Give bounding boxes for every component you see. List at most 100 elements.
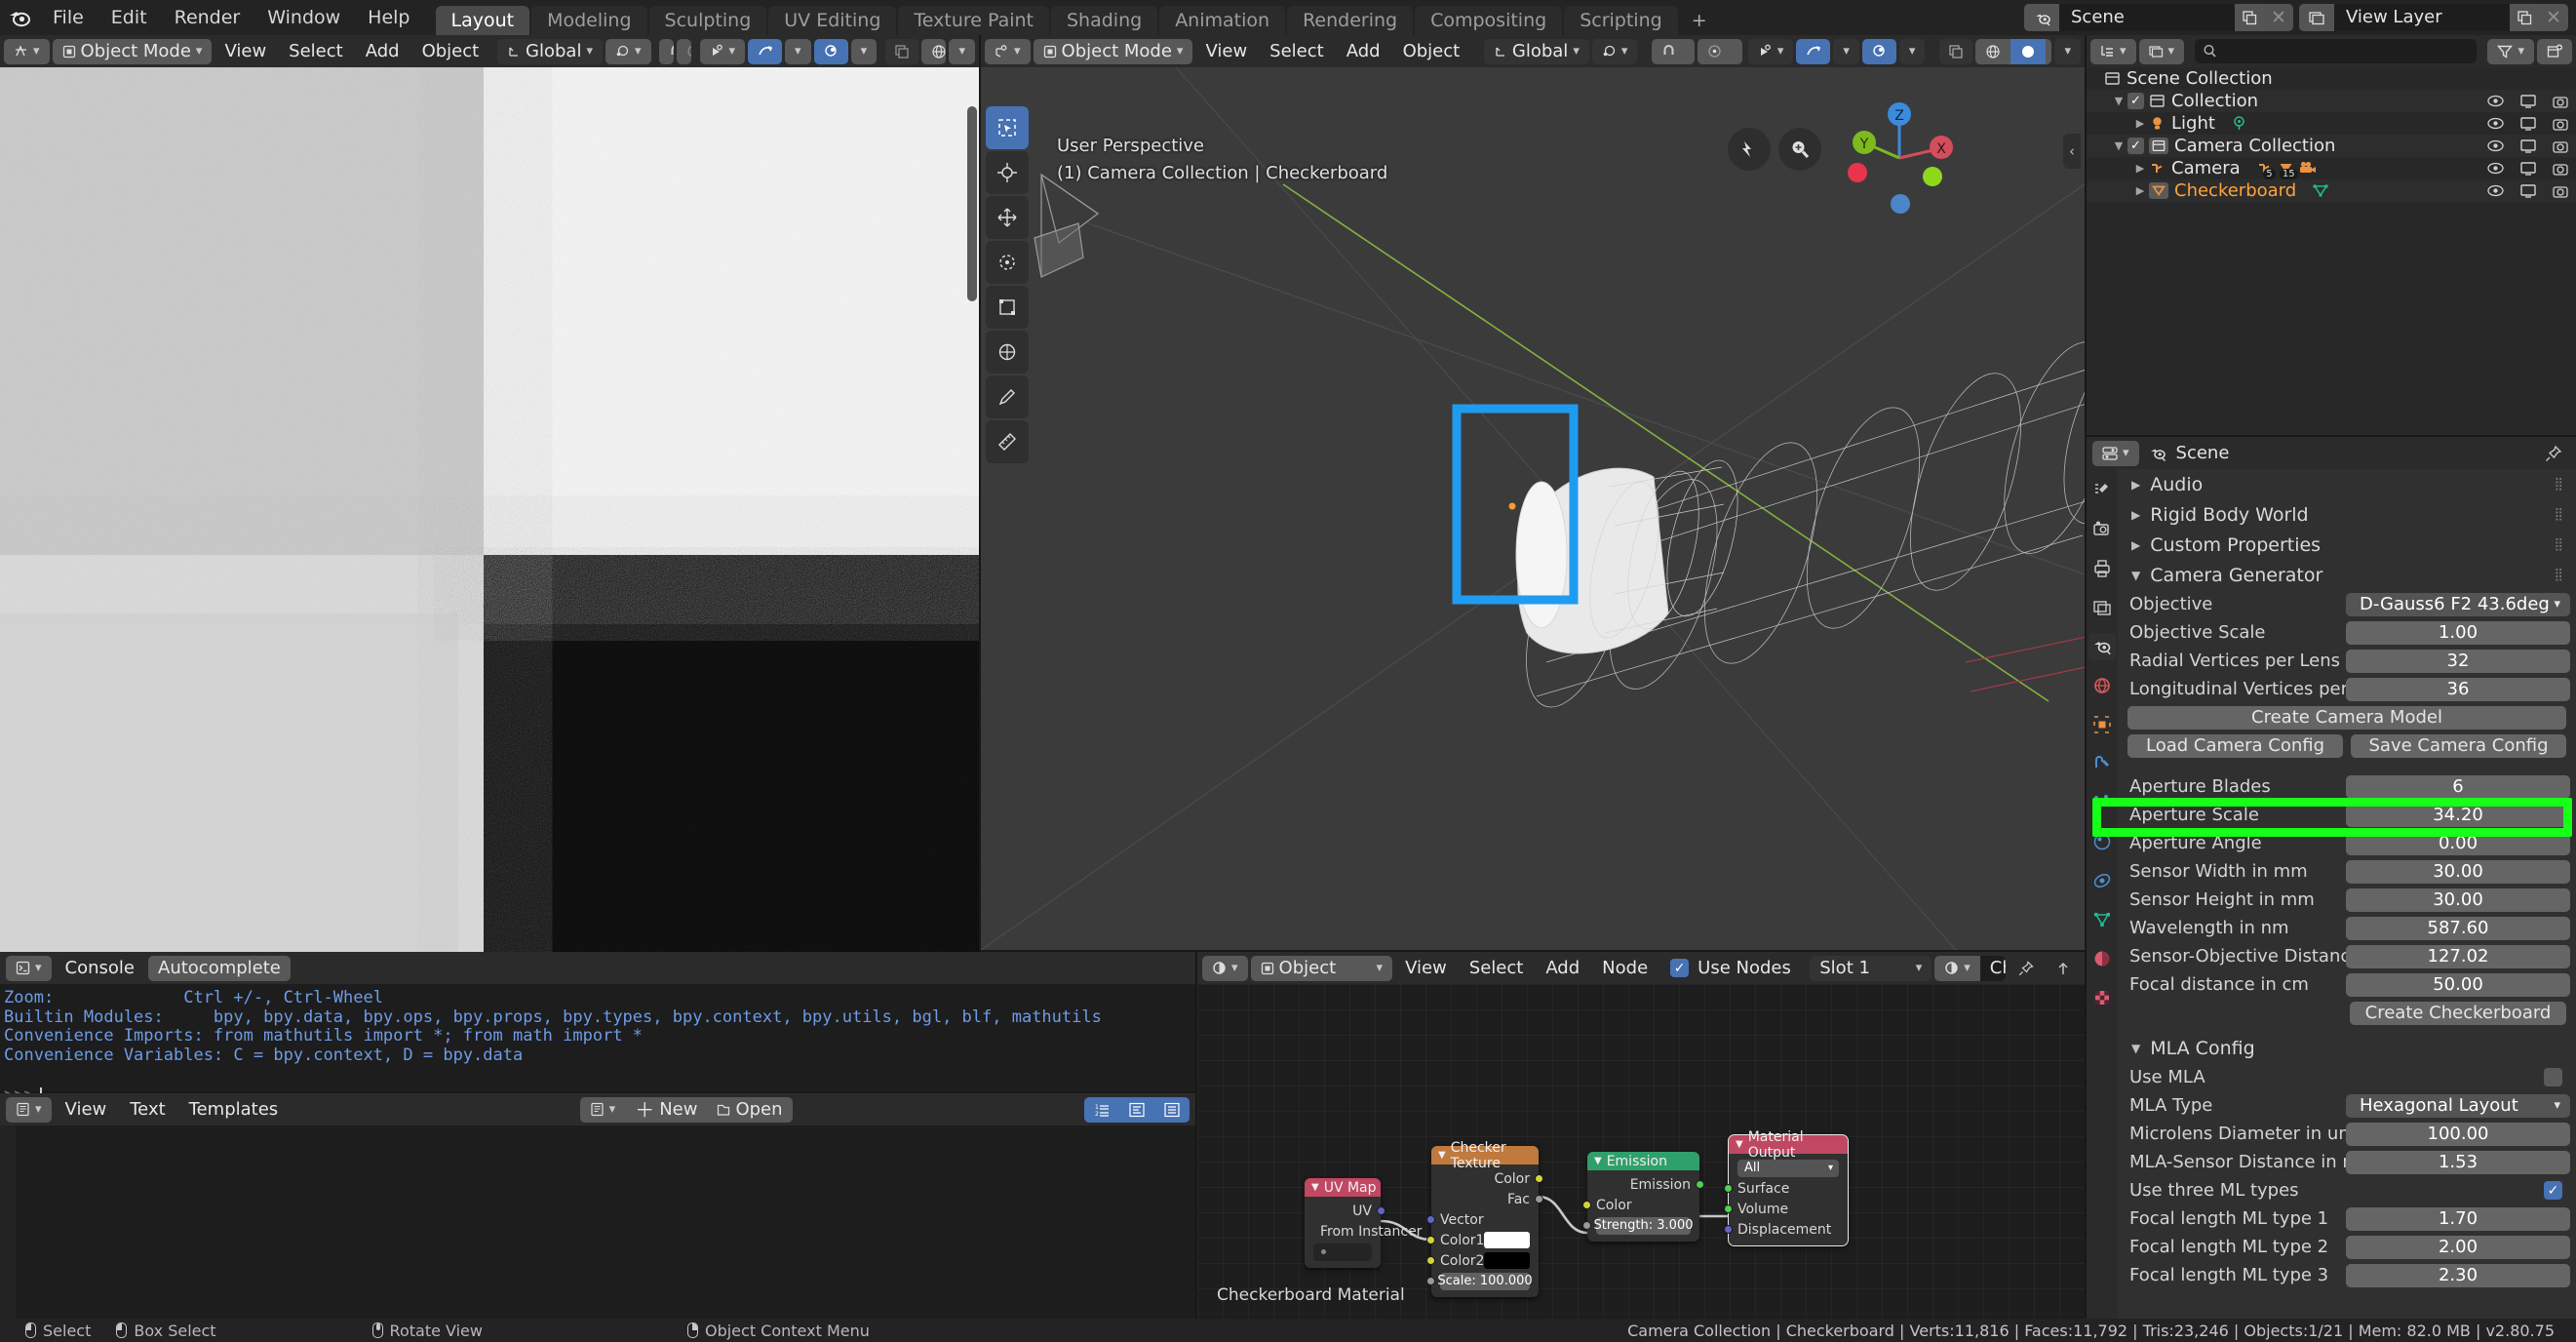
viewport-icon[interactable]: ▾: [985, 38, 1031, 64]
magnet-icon[interactable]: [1652, 38, 1687, 64]
node-header[interactable]: ▼ Material Output: [1729, 1129, 1848, 1161]
scene-tab[interactable]: [2088, 633, 2116, 660]
viewport-menu-view[interactable]: View: [1195, 39, 1257, 64]
use-nodes-toggle[interactable]: ✓ Use Nodes: [1660, 956, 1801, 981]
tab-scripting[interactable]: Scripting: [1564, 6, 1678, 35]
pin-icon[interactable]: [2545, 445, 2562, 462]
menu-window[interactable]: Window: [254, 0, 354, 35]
monitor-icon[interactable]: [2520, 183, 2536, 198]
blender-logo-icon[interactable]: [0, 0, 39, 35]
duplicate-icon[interactable]: [2235, 4, 2264, 31]
disclosure-triangle-icon[interactable]: ▼: [2110, 95, 2127, 107]
magnet-icon[interactable]: [659, 38, 674, 64]
create-checkerboard-button[interactable]: Create Checkerboard: [2350, 1001, 2566, 1025]
node-output-emission[interactable]: Emission: [1587, 1174, 1704, 1195]
camera-icon[interactable]: [2553, 162, 2568, 176]
console-icon[interactable]: ▾: [6, 955, 52, 981]
input-socket[interactable]: [1582, 1221, 1591, 1230]
outliner-display-mode[interactable]: ▾: [2138, 38, 2185, 64]
uvmap-field[interactable]: [1313, 1243, 1372, 1261]
material-name-field[interactable]: Checkerboard Mat..: [1979, 955, 2006, 981]
close-icon[interactable]: ✕: [2539, 4, 2568, 31]
node-input-volume[interactable]: Volume: [1724, 1199, 1848, 1219]
outliner-row-scene-collection[interactable]: Scene Collection: [2087, 67, 2576, 90]
physics-tab[interactable]: [2088, 828, 2116, 855]
annotate-tool[interactable]: [986, 375, 1029, 418]
transform-orientation-dropdown[interactable]: Global ▾: [497, 38, 603, 64]
input-socket[interactable]: [1426, 1215, 1435, 1224]
text-menu-templates[interactable]: Templates: [179, 1097, 289, 1123]
tab-add-workspace[interactable]: +: [1680, 6, 1719, 35]
image-menu-view[interactable]: View: [215, 39, 276, 64]
close-icon[interactable]: ✕: [2264, 4, 2293, 31]
syntax-highlight-icon[interactable]: [1154, 1096, 1190, 1123]
drag-handle-icon[interactable]: ⣿: [2554, 477, 2564, 492]
node-input-color1[interactable]: Color1: [1426, 1230, 1539, 1250]
aperture-scale-input[interactable]: 34.20: [2346, 803, 2570, 827]
proportional-edit-icon[interactable]: [676, 38, 691, 64]
pivot-point-icon[interactable]: ▾: [605, 38, 651, 64]
eye-icon[interactable]: [2487, 162, 2504, 175]
scale-tool[interactable]: [986, 286, 1029, 329]
render-tab[interactable]: [2088, 516, 2116, 543]
node-input-vector[interactable]: Vector: [1426, 1209, 1539, 1230]
monitor-icon[interactable]: [2520, 161, 2536, 176]
node-output-fac[interactable]: Fac: [1431, 1189, 1543, 1209]
sensor-height-input[interactable]: 30.00: [2346, 888, 2570, 912]
modifier-tab[interactable]: [2088, 750, 2116, 777]
viewport-menu-add[interactable]: Add: [1337, 39, 1390, 64]
xray-dropdown[interactable]: ▾: [1898, 38, 1926, 64]
aperture-angle-input[interactable]: 0.00: [2346, 831, 2570, 855]
snap-increment-icon[interactable]: ▾: [1686, 38, 1696, 64]
outliner-row-light[interactable]: ▶ Light: [2087, 112, 2576, 135]
transform-tool[interactable]: [986, 331, 1029, 374]
focal-length-ml-1-input[interactable]: 1.70: [2346, 1206, 2570, 1231]
tab-shading[interactable]: Shading: [1051, 6, 1158, 35]
drag-handle-icon[interactable]: ⣿: [2554, 568, 2564, 582]
output-socket[interactable]: [1535, 1174, 1543, 1183]
shader-type-dropdown[interactable]: Object ▾: [1250, 955, 1393, 981]
save-camera-config-button[interactable]: Save Camera Config: [2351, 733, 2566, 758]
output-tab[interactable]: [2088, 555, 2116, 582]
eye-icon[interactable]: [2487, 95, 2504, 107]
input-socket[interactable]: [1582, 1201, 1591, 1209]
image-canvas[interactable]: [0, 67, 979, 984]
use-mla-checkbox[interactable]: [2544, 1068, 2562, 1086]
shading-wireframe-icon[interactable]: [920, 38, 947, 64]
node-widget-target[interactable]: All ▾: [1729, 1158, 1848, 1178]
node-widget-from-instancer[interactable]: From Instancer: [1305, 1221, 1422, 1242]
empty-data-icon[interactable]: 5: [2256, 160, 2276, 179]
section-audio[interactable]: ▶ Audio ⣿: [2118, 469, 2576, 499]
create-camera-model-button[interactable]: Create Camera Model: [2127, 705, 2566, 730]
image-vertical-scrollbar[interactable]: [967, 106, 977, 301]
object-tab[interactable]: [2088, 711, 2116, 738]
console-menu-console[interactable]: Console: [56, 956, 144, 981]
strength-field[interactable]: Strength: 3.000: [1594, 1216, 1694, 1235]
tab-texture-paint[interactable]: Texture Paint: [898, 6, 1049, 35]
tab-sculpting[interactable]: Sculpting: [648, 6, 767, 35]
color2-swatch[interactable]: [1484, 1252, 1530, 1269]
render-preview-icon[interactable]: [1939, 38, 1973, 64]
view-layer-selector[interactable]: View Layer ✕: [2299, 4, 2568, 31]
camera-icon[interactable]: [2553, 117, 2568, 131]
monitor-icon[interactable]: [2520, 116, 2536, 131]
node-header[interactable]: ▼ Emission: [1587, 1152, 1699, 1170]
new-collection-icon[interactable]: [2537, 38, 2572, 64]
mla-type-dropdown[interactable]: Hexagonal Layout ▾: [2346, 1093, 2570, 1118]
particles-tab[interactable]: [2088, 789, 2116, 816]
shading-wireframe-icon[interactable]: [1975, 38, 2011, 64]
tab-compositing[interactable]: Compositing: [1415, 6, 1563, 35]
output-socket[interactable]: [1535, 1195, 1543, 1204]
overlays-dropdown[interactable]: ▾: [785, 38, 811, 64]
text-menu-text[interactable]: Text: [120, 1097, 175, 1123]
collection-checkbox[interactable]: ✓: [2127, 138, 2144, 154]
line-numbers-icon[interactable]: 12: [1084, 1096, 1120, 1123]
text-menu-view[interactable]: View: [56, 1097, 117, 1123]
objective-dropdown[interactable]: D-Gauss6 F2 43.6deg ▾: [2346, 592, 2570, 616]
view-layer-icon[interactable]: [2299, 4, 2334, 31]
outliner-icon[interactable]: ▾: [2090, 38, 2136, 64]
outliner-row-checkerboard[interactable]: ▶ Checkerboard: [2087, 179, 2576, 202]
shader-menu-select[interactable]: Select: [1460, 956, 1534, 981]
image-menu-object[interactable]: Object: [412, 39, 489, 64]
gizmo-icon[interactable]: ▾: [699, 38, 746, 64]
